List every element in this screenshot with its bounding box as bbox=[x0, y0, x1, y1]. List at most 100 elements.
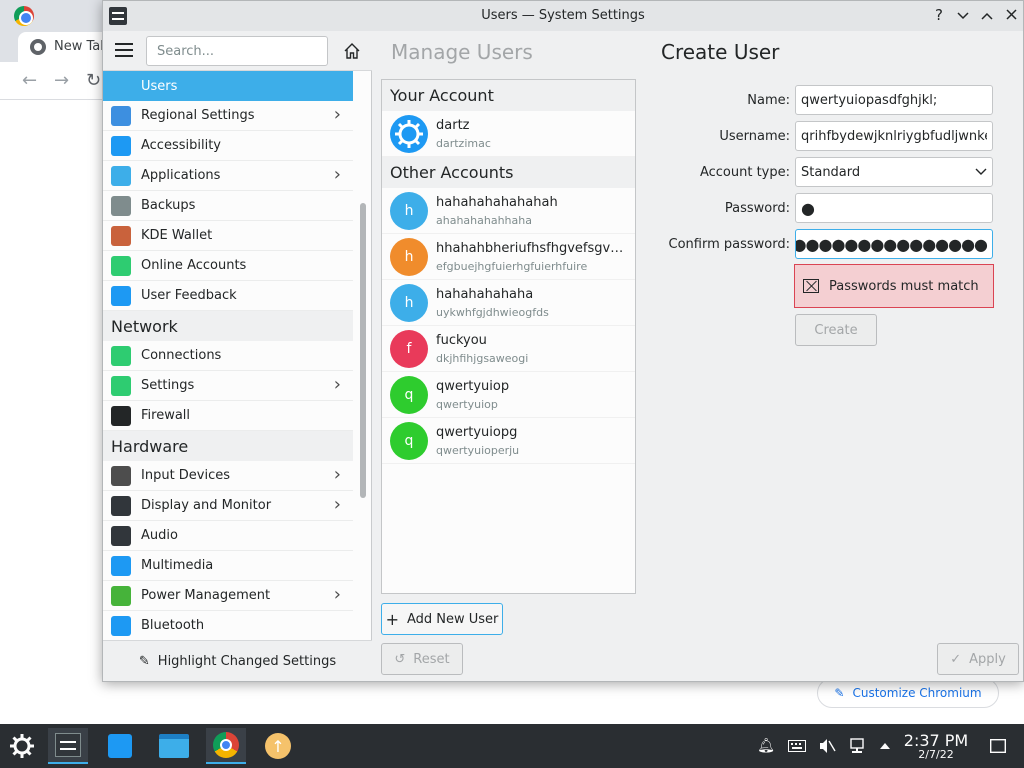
show-desktop-icon[interactable] bbox=[988, 736, 1008, 756]
sidebar-item-label: Firewall bbox=[141, 408, 191, 423]
sidebar-item-label: Bluetooth bbox=[141, 618, 205, 633]
password-field[interactable]: ● bbox=[795, 193, 993, 223]
confirm-password-field[interactable]: ●●●●●●●●●●●●●●●●● bbox=[795, 229, 993, 259]
sidebar-item-backups[interactable]: Backups bbox=[103, 191, 353, 221]
username-field[interactable] bbox=[795, 121, 993, 151]
account-type-select[interactable]: Standard bbox=[795, 157, 993, 187]
search-input[interactable] bbox=[146, 36, 328, 66]
other-accounts-header: Other Accounts bbox=[382, 157, 635, 188]
discover-store-icon bbox=[108, 734, 132, 758]
sidebar-item-kde-wallet[interactable]: KDE Wallet bbox=[103, 221, 353, 251]
account-row[interactable]: h hahahahahahahah ahahahahahhaha bbox=[382, 188, 635, 234]
taskbar-dolphin[interactable] bbox=[154, 728, 194, 764]
account-row[interactable]: f fuckyou dkjhfihjgsaweogi bbox=[382, 326, 635, 372]
account-row[interactable]: q qwertyuiopg qwertyuioperju bbox=[382, 418, 635, 464]
undo-icon: ↺ bbox=[394, 651, 406, 667]
chromium-tab-label: New Tab bbox=[54, 39, 109, 54]
taskbar-chromium[interactable] bbox=[206, 728, 246, 764]
account-row[interactable]: q qwertyuiop qwertyuiop bbox=[382, 372, 635, 418]
sidebar-item-power-management[interactable]: Power Management › bbox=[103, 581, 353, 611]
clock-date[interactable]: 2/7/22 bbox=[900, 748, 972, 761]
update-arrow-icon: ↑ bbox=[265, 733, 291, 759]
taskbar: ↑ bbox=[0, 724, 1024, 768]
sidebar-header bbox=[103, 31, 372, 71]
customize-chromium-button[interactable]: ✎ Customize Chromium bbox=[817, 678, 999, 708]
sidebar-item-multimedia[interactable]: Multimedia bbox=[103, 551, 353, 581]
sidebar-item-label: Accessibility bbox=[141, 138, 221, 153]
password-mismatch-error: Passwords must match bbox=[794, 264, 994, 308]
connections-icon bbox=[111, 345, 131, 366]
account-name: qwertyuiopg bbox=[436, 424, 518, 440]
plus-icon: + bbox=[385, 609, 399, 629]
account-avatar: h bbox=[390, 283, 428, 322]
error-x-icon bbox=[803, 279, 819, 293]
applications-icon bbox=[111, 165, 131, 186]
category-hardware: Hardware bbox=[103, 431, 353, 461]
highlight-changed-settings-button[interactable]: ✎ Highlight Changed Settings bbox=[103, 640, 372, 681]
chevron-down-icon bbox=[957, 12, 969, 20]
sidebar-item-connections[interactable]: Connections bbox=[103, 341, 353, 371]
keyboard-icon[interactable] bbox=[787, 736, 807, 756]
taskbar-discover[interactable] bbox=[100, 728, 140, 764]
minimize-button[interactable] bbox=[953, 5, 973, 25]
confirm-password-dots: ●●●●●●●●●●●●●●●●● bbox=[795, 234, 988, 254]
forward-arrow-icon[interactable]: → bbox=[54, 70, 69, 91]
sidebar-item-online-accounts[interactable]: Online Accounts bbox=[103, 251, 353, 281]
sidebar-item-user-feedback[interactable]: User Feedback bbox=[103, 281, 353, 311]
reload-icon[interactable]: ↻ bbox=[86, 70, 101, 91]
name-field[interactable] bbox=[795, 85, 993, 115]
sidebar-item-audio[interactable]: Audio bbox=[103, 521, 353, 551]
category-network: Network bbox=[103, 311, 353, 341]
sidebar-item-input-devices[interactable]: Input Devices › bbox=[103, 461, 353, 491]
reset-button[interactable]: ↺ Reset bbox=[381, 643, 463, 675]
chromium-tab-icon bbox=[30, 39, 46, 55]
error-message: Passwords must match bbox=[829, 278, 979, 294]
add-new-user-button[interactable]: + Add New User bbox=[381, 603, 503, 635]
sidebar-item-firewall[interactable]: Firewall bbox=[103, 401, 353, 431]
maximize-button[interactable] bbox=[977, 5, 997, 25]
apply-button[interactable]: ✓ Apply bbox=[937, 643, 1019, 675]
sidebar-item-applications[interactable]: Applications › bbox=[103, 161, 353, 191]
tray-expand-arrow-icon[interactable] bbox=[875, 736, 895, 756]
hamburger-menu-icon[interactable] bbox=[115, 43, 133, 57]
sidebar-item-users[interactable]: Users bbox=[103, 71, 353, 101]
notifications-bell-icon[interactable]: 🔔︎ bbox=[756, 736, 776, 756]
your-account-username: dartzimac bbox=[436, 136, 491, 150]
sidebar-item-label: Display and Monitor bbox=[141, 498, 272, 513]
application-launcher[interactable] bbox=[2, 728, 42, 764]
account-type-value: Standard bbox=[801, 164, 861, 180]
home-icon[interactable] bbox=[343, 42, 361, 60]
firewall-icon bbox=[111, 405, 131, 426]
sidebar-scrollbar[interactable] bbox=[360, 203, 366, 498]
account-name: fuckyou bbox=[436, 332, 487, 348]
display-monitor-icon bbox=[111, 495, 131, 516]
back-arrow-icon[interactable]: ← bbox=[22, 70, 37, 91]
taskbar-system-settings[interactable] bbox=[48, 728, 88, 764]
checkmark-icon: ✓ bbox=[950, 651, 962, 667]
sidebar-item-label: Backups bbox=[141, 198, 196, 213]
create-button[interactable]: Create bbox=[795, 314, 877, 346]
sidebar: Users Regional Settings › Accessibility Appl… bbox=[103, 31, 372, 681]
taskbar-updater[interactable]: ↑ bbox=[258, 728, 298, 764]
chromium-icon bbox=[213, 732, 239, 758]
account-row[interactable]: h hahahahahaha uykwhfgjdhwieogfds bbox=[382, 280, 635, 326]
account-avatar: q bbox=[390, 421, 428, 460]
chevron-right-icon: › bbox=[333, 464, 341, 485]
close-button[interactable] bbox=[1001, 5, 1021, 25]
sidebar-item-regional-settings[interactable]: Regional Settings › bbox=[103, 101, 353, 131]
your-account-row[interactable]: dartz dartzimac bbox=[382, 111, 635, 157]
sidebar-item-settings[interactable]: Settings › bbox=[103, 371, 353, 401]
sidebar-item-display-and-monitor[interactable]: Display and Monitor › bbox=[103, 491, 353, 521]
chevron-right-icon: › bbox=[333, 104, 341, 125]
network-icon[interactable] bbox=[847, 736, 867, 756]
breadcrumb-manage-users[interactable]: Manage Users bbox=[391, 40, 533, 64]
volume-muted-icon[interactable] bbox=[817, 736, 837, 756]
network-settings-icon bbox=[111, 375, 131, 396]
sidebar-item-accessibility[interactable]: Accessibility bbox=[103, 131, 353, 161]
highlight-pen-icon: ✎ bbox=[138, 653, 150, 669]
apply-label: Apply bbox=[969, 651, 1006, 667]
account-row[interactable]: h hhahahbheriufhsfhgvefsgvehsbhxfjvhb efgb… bbox=[382, 234, 635, 280]
title-bar[interactable]: Users — System Settings ? bbox=[103, 1, 1023, 31]
sidebar-item-bluetooth[interactable]: Bluetooth bbox=[103, 611, 353, 641]
help-button[interactable]: ? bbox=[929, 5, 949, 25]
